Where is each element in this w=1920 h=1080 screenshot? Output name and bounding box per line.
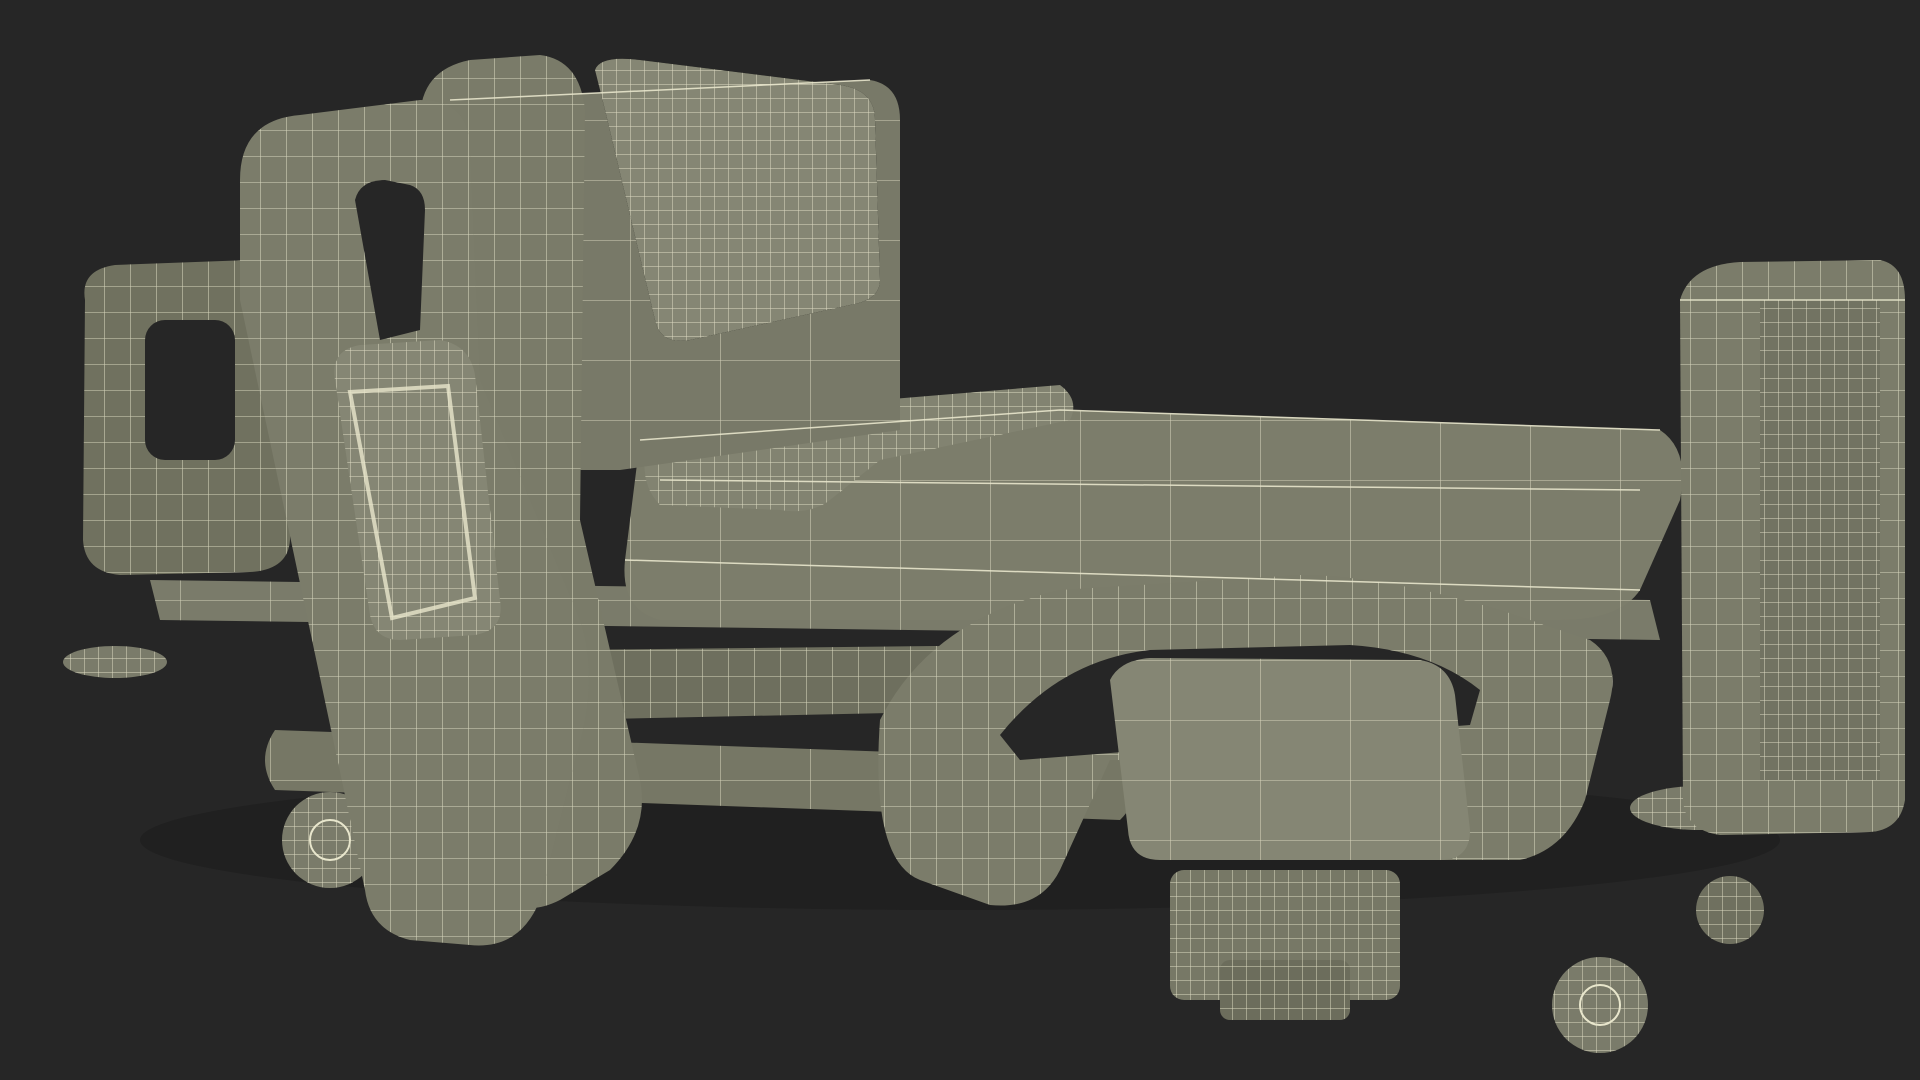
3d-viewport[interactable] [0,0,1920,1080]
foot-side-rail [878,575,1613,906]
footboard [1680,260,1905,835]
pedal-assembly [1170,870,1400,1020]
hospital-bed-wireframe-render [63,55,1905,1053]
